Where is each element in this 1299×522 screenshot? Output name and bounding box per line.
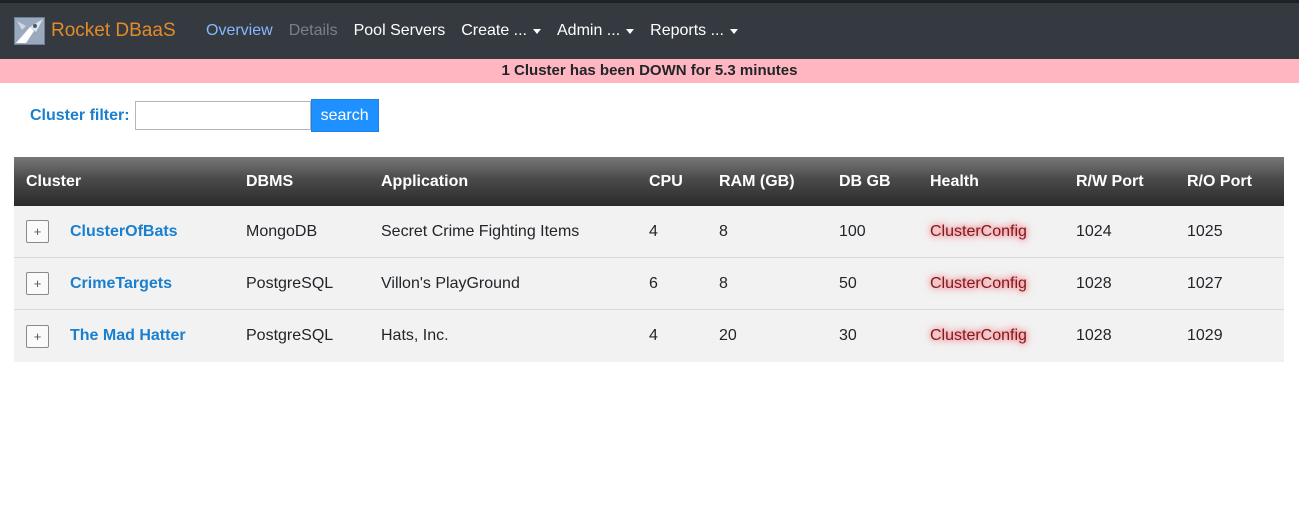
db-gb-cell: 100 [839,222,866,240]
application-cell: Hats, Inc. [381,327,449,344]
expand-button[interactable]: + [26,324,49,348]
nav-admin-label: Admin ... [557,22,621,39]
cluster-table: Cluster DBMS Application CPU RAM (GB) DB… [14,157,1284,362]
cpu-cell: 4 [649,327,658,344]
dbms-cell: MongoDB [246,222,318,240]
db-gb-cell: 30 [839,327,857,344]
chevron-down-icon [729,29,738,34]
ro-port-cell: 1025 [1187,222,1223,240]
search-button[interactable]: search [310,99,379,132]
ram-cell: 8 [719,222,728,240]
navbar: Rocket DBaaS Overview Details Pool Serve… [0,0,1299,59]
health-status[interactable]: ClusterConfig [930,275,1027,292]
cluster-filter-input[interactable] [134,101,311,130]
health-cell: ClusterConfig [930,275,1076,293]
expand-button[interactable]: + [26,220,49,243]
col-cpu[interactable]: CPU [649,173,719,191]
ro-port-cell: 1027 [1187,274,1223,292]
expand-button[interactable]: + [26,272,49,295]
ram-cell: 20 [719,327,737,344]
dbms-cell: PostgreSQL [246,327,334,344]
cluster-link[interactable]: CrimeTargets [70,275,172,293]
col-dbms[interactable]: DBMS [246,173,381,191]
db-gb-cell: 50 [839,274,857,292]
col-rw-port[interactable]: R/W Port [1076,173,1187,191]
chevron-down-icon [533,29,541,34]
col-ram[interactable]: RAM (GB) [719,173,839,191]
nav-details: Details [288,22,338,39]
rw-port-cell: 1028 [1076,327,1112,344]
col-db-gb[interactable]: DB GB [839,173,930,191]
cluster-cell: + ClusterOfBats [14,220,246,243]
cluster-cell: + CrimeTargets [14,272,246,295]
nav-create-dropdown[interactable]: Create ... [461,20,541,42]
dbms-cell: PostgreSQL [246,274,334,292]
nav-reports-label: Reports ... [650,22,724,39]
cluster-link[interactable]: The Mad Hatter [70,327,186,345]
table-row: + ClusterOfBats MongoDB Secret Crime Fig… [14,206,1284,258]
rocket-logo-icon [14,17,45,45]
col-ro-port[interactable]: R/O Port [1187,173,1284,191]
cpu-cell: 6 [649,274,658,292]
nav-reports-dropdown[interactable]: Reports ... [650,20,738,42]
rw-port-cell: 1024 [1076,222,1112,240]
cpu-cell: 4 [649,222,658,240]
cluster-filter-label: Cluster filter: [30,106,130,124]
chevron-down-icon [626,29,635,34]
ro-port-cell: 1029 [1187,327,1223,344]
cluster-cell: + The Mad Hatter [14,324,246,348]
health-cell: ClusterConfig [930,327,1076,345]
app-title: Rocket DBaaS [51,20,176,41]
col-application[interactable]: Application [381,173,649,191]
table-header: Cluster DBMS Application CPU RAM (GB) DB… [14,157,1284,206]
nav-pool-servers[interactable]: Pool Servers [354,20,446,42]
main-nav: Overview Details Pool Servers Create ...… [206,20,754,42]
brand[interactable]: Rocket DBaaS [14,17,176,45]
rw-port-cell: 1028 [1076,274,1112,292]
health-cell: ClusterConfig [930,223,1076,241]
ram-cell: 8 [719,274,728,292]
table-row: + The Mad Hatter PostgreSQL Hats, Inc. 4… [14,310,1284,362]
cluster-link[interactable]: ClusterOfBats [70,223,178,241]
col-health[interactable]: Health [930,173,1076,191]
table-row: + CrimeTargets PostgreSQL Villon's PlayG… [14,258,1284,310]
col-cluster[interactable]: Cluster [14,173,246,191]
down-alert-banner: 1 Cluster has been DOWN for 5.3 minutes [0,59,1299,83]
health-status[interactable]: ClusterConfig [930,327,1027,344]
nav-overview[interactable]: Overview [206,20,273,42]
application-cell: Secret Crime Fighting Items [381,222,580,240]
nav-admin-dropdown[interactable]: Admin ... [557,20,635,42]
health-status[interactable]: ClusterConfig [930,223,1027,240]
cluster-filter: Cluster filter: search [30,99,379,132]
nav-create-label: Create ... [461,22,527,39]
application-cell: Villon's PlayGround [381,274,520,292]
